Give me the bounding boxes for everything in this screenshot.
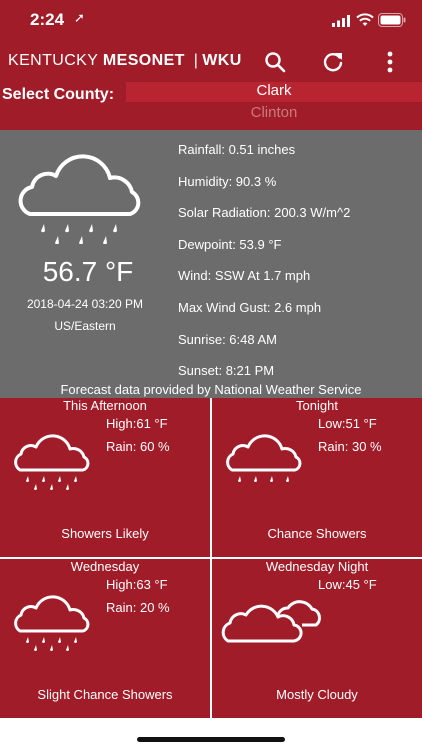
more-vert-icon [387, 51, 393, 73]
rain-cloud-icon [14, 595, 90, 652]
app-bar: KENTUCKY MESONET | WKU [0, 42, 422, 82]
brand-wku: WKU [202, 52, 242, 69]
status-bar: 2:24 ➚ [0, 0, 422, 42]
forecast-description: Mostly Cloudy [276, 687, 358, 702]
battery-icon [378, 13, 406, 27]
refresh-icon [323, 53, 343, 72]
search-icon [265, 52, 286, 73]
rain-cloud-icon [14, 434, 90, 491]
county-option-selected[interactable]: Clark [126, 82, 422, 99]
search-button[interactable] [263, 50, 287, 74]
county-picker[interactable]: Clark Clinton [126, 82, 422, 130]
forecast-cell[interactable]: Wednesday High:63 °F Rain: 20 % Slight C… [0, 559, 210, 718]
county-selector: Select County: Clark Clinton [0, 82, 422, 130]
forecast-description: Slight Chance Showers [37, 687, 173, 702]
stat-rainfall: Rainfall: 0.51 inches [178, 142, 296, 157]
forecast-description: Chance Showers [267, 526, 367, 541]
forecast-period: Wednesday [70, 559, 140, 574]
forecast-period: Wednesday Night [265, 559, 369, 574]
county-label: Select County: [2, 86, 115, 103]
status-time: 2:24 [30, 10, 65, 29]
clouds-icon [221, 600, 321, 643]
stat-solar-radiation: Solar Radiation: 200.3 W/m^2 [178, 205, 351, 221]
county-option-next[interactable]: Clinton [126, 104, 422, 121]
forecast-cell[interactable]: Wednesday Night Low:45 °F Mostly Cloudy [212, 559, 422, 718]
home-indicator[interactable] [137, 737, 285, 742]
current-conditions-panel: 56.7 °F 2018-04-24 03:20 PM US/Eastern R… [0, 130, 422, 398]
forecast-period: This Afternoon [63, 398, 147, 413]
forecast-credit: Forecast data provided by National Weath… [60, 382, 362, 397]
brand-separator: | [193, 52, 199, 69]
forecast-grid: This Afternoon High:61 °F Rain: 60 % Sho… [0, 398, 422, 718]
forecast-rain-chance: Rain: 20 % [106, 600, 170, 615]
stat-max-wind-gust: Max Wind Gust: 2.6 mph [178, 299, 322, 315]
forecast-description: Showers Likely [61, 526, 149, 541]
app-logo: KENTUCKY MESONET | WKU [8, 52, 242, 70]
stat-sunrise: Sunrise: 6:48 AM [178, 331, 277, 347]
forecast-rain-chance: Rain: 60 % [106, 439, 170, 454]
stat-dewpoint: Dewpoint: 53.9 °F [178, 236, 282, 252]
wifi-icon [356, 13, 374, 26]
forecast-high-low: High:61 °F [106, 416, 168, 431]
rain-cloud-icon [18, 154, 141, 244]
location-arrow-icon: ➚ [74, 10, 85, 25]
signal-icon [332, 15, 350, 27]
observation-datetime: 2018-04-24 03:20 PM [26, 297, 144, 311]
stat-humidity: Humidity: 90.3 % [178, 173, 277, 189]
forecast-high-low: Low:51 °F [318, 416, 377, 431]
stat-wind: Wind: SSW At 1.7 mph [178, 268, 311, 284]
forecast-cell[interactable]: Tonight Low:51 °F Rain: 30 % Chance Show… [212, 398, 422, 557]
forecast-high-low: Low:45 °F [318, 577, 377, 592]
observation-timezone: US/Eastern [54, 319, 116, 333]
refresh-button[interactable] [321, 50, 345, 74]
brand-mesonet: MESONET [102, 52, 185, 69]
brand-kentucky: KENTUCKY [8, 52, 99, 69]
forecast-period: Tonight [296, 398, 338, 413]
forecast-cell[interactable]: This Afternoon High:61 °F Rain: 60 % Sho… [0, 398, 210, 557]
current-temperature: 56.7 °F [42, 256, 134, 287]
more-options-button[interactable] [378, 50, 402, 74]
rain-cloud-icon [226, 434, 302, 483]
forecast-high-low: High:63 °F [106, 577, 168, 592]
current-stats-list: Rainfall: 0.51 inches Humidity: 90.3 % S… [178, 142, 418, 395]
forecast-rain-chance: Rain: 30 % [318, 439, 382, 454]
